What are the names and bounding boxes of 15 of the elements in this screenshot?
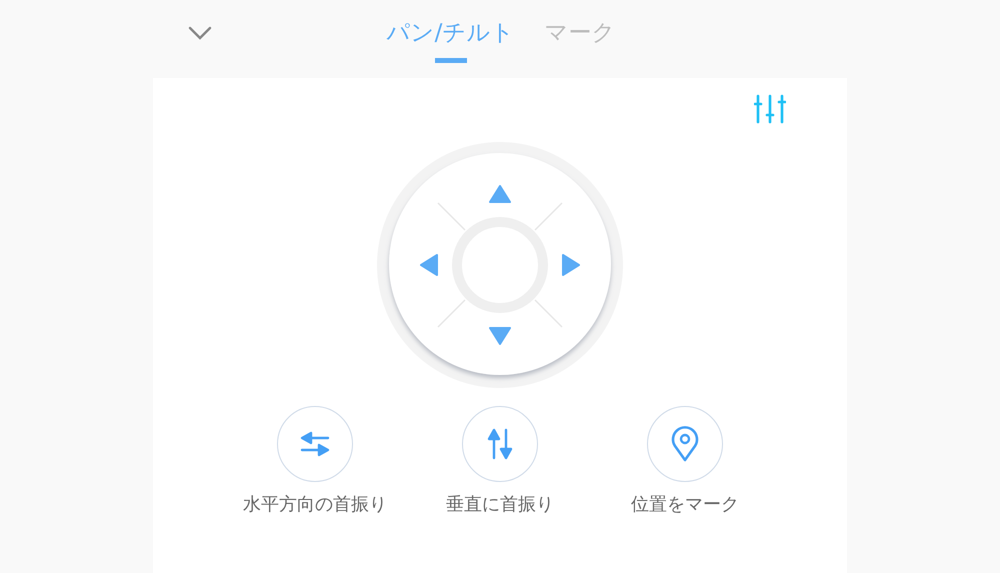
joystick-pad[interactable] (377, 142, 623, 388)
action-label: 垂直に首振り (446, 493, 554, 516)
collapse-chevron-icon[interactable] (188, 26, 212, 40)
action-label: 水平方向の首振り (243, 493, 387, 516)
sliders-icon[interactable] (754, 94, 786, 124)
tab[interactable]: パン/チルト (386, 15, 514, 63)
swap-horizontal-icon (300, 430, 330, 458)
action-label: 位置をマーク (631, 493, 739, 516)
up-arrow-icon[interactable] (489, 185, 511, 203)
swap-vertical-icon (486, 428, 514, 460)
down-arrow-icon[interactable] (489, 327, 511, 345)
tab[interactable]: マーク (544, 15, 616, 63)
right-arrow-icon[interactable] (562, 254, 580, 276)
left-arrow-icon[interactable] (420, 254, 438, 276)
location-pin-icon (671, 426, 699, 462)
